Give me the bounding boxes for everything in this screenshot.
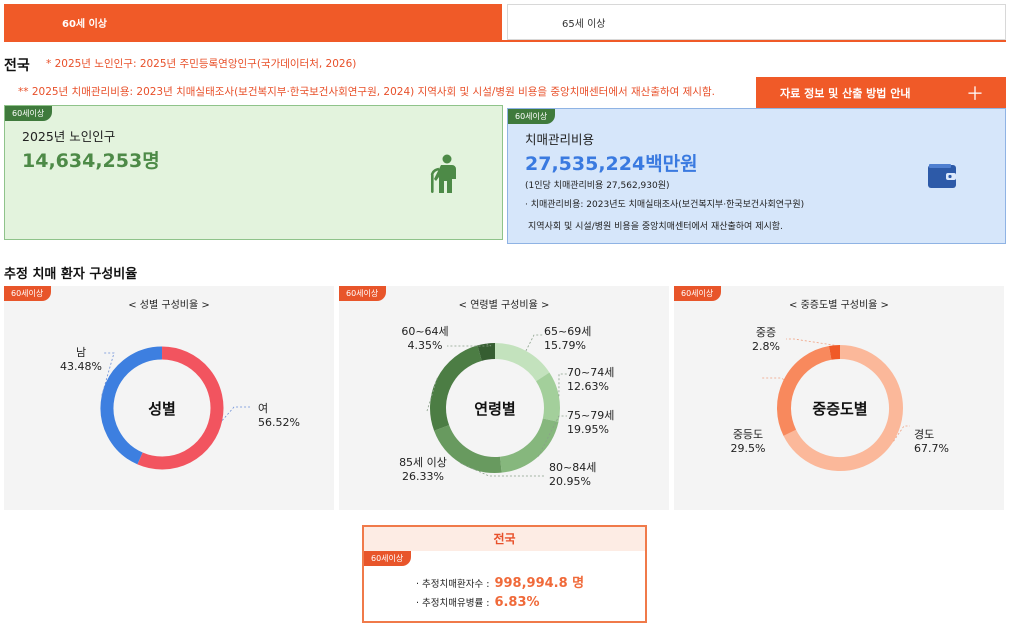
gender_chart-leader-1 — [221, 406, 250, 421]
severity_chart-slice-1[interactable] — [777, 345, 832, 436]
age-chart-panel: 65~69세 15.79% 70~74세 12.63% 75~79세 19.95% 80~8… — [339, 286, 669, 510]
tab-underline — [4, 40, 1006, 42]
age_chart-slice-3[interactable] — [434, 424, 502, 473]
age_chart-label-2: 75~79세 — [567, 409, 614, 422]
gender_chart-label-1: 여 — [258, 402, 268, 415]
elderly-population-value: 14,634,253명 — [22, 150, 160, 172]
age_chart-value-5: 4.35% — [408, 339, 443, 352]
patients-row: · 추정치매환자수 : 998,994.8 명 — [416, 572, 584, 591]
elderly-population-card: 60세이상 2025년 노인인구 14,634,253명 — [4, 105, 503, 240]
severity_chart-leader-2 — [786, 338, 835, 346]
age_chart-value-3: 20.95% — [549, 475, 591, 488]
elderly-population-label: 2025년 노인인구 — [22, 129, 116, 144]
severity_chart-value-0: 67.7% — [914, 442, 949, 455]
summary-card: 전국 60세이상 · 추정치매환자수 : 998,994.8 명 · 추정치매유… — [362, 525, 647, 623]
care-cost-note-2: 지역사회 및 시설/병원 비용을 중앙치매센터에서 재산출하여 제시함. — [528, 222, 783, 232]
age_chart-value-4: 26.33% — [402, 470, 444, 483]
data-info-label: 자료 정보 및 산출 방법 안내 — [780, 87, 911, 100]
severity-chart-panel: 경도 67.7% 중등도 29.5% 중증 2.8% 중증도별 60세이상 < 중증도별 구… — [674, 286, 1004, 510]
severity_chart-center-label: 중증도별 — [812, 400, 867, 418]
age_chart-label-0: 65~69세 — [544, 325, 591, 338]
elderly-person-icon — [430, 154, 456, 193]
patients-value: 998,994.8 명 — [494, 576, 585, 591]
severity-chart-title: < 중증도별 구성비율 > — [789, 300, 889, 311]
gender_chart-value-1: 56.52% — [258, 416, 300, 429]
age_chart-slice-2[interactable] — [499, 418, 559, 473]
severity_chart-label-2: 중증 — [756, 326, 776, 339]
age-badge: 60세이상 — [5, 106, 53, 121]
prevalence-row: · 추정치매유병률 : 6.83% — [416, 595, 540, 610]
care-cost-value: 27,535,224백만원 — [525, 153, 698, 175]
age_chart-label-5: 60~64세 — [401, 325, 448, 338]
wallet-icon — [928, 164, 956, 188]
age-badge: 60세이상 — [364, 551, 412, 566]
severity_chart-slice-2[interactable] — [828, 345, 841, 360]
gender-chart-panel: 남 43.48% 여 56.52% 성별 60세이상 < 성별 구성비율 > — [4, 286, 334, 510]
gender_chart-label-0: 남 — [76, 346, 86, 359]
tab-60-plus[interactable]: 60세 이상 — [4, 4, 502, 40]
severity_chart-leader-1 — [762, 377, 784, 380]
section-title: 추정 치매 환자 구성비율 — [4, 267, 138, 282]
population-source-note: * 2025년 노인인구: 2025년 주민등록연앙인구(국가데이터처, 202… — [46, 58, 357, 70]
tab-65-plus[interactable]: 65세 이상 — [507, 4, 1006, 40]
cost-source-note: ** 2025년 치매관리비용: 2023년 치매실태조사(보건복지부·한국보건… — [18, 86, 715, 98]
age_chart-leader-0 — [525, 334, 544, 352]
age_chart-leader-1 — [558, 373, 567, 397]
age_chart-slice-5[interactable] — [477, 343, 496, 361]
age_chart-center-label: 연령별 — [474, 400, 515, 418]
plus-icon: ＋ — [966, 84, 984, 105]
care-cost-note-1: · 치매관리비용: 2023년도 치매실태조사(보건복지부·한국보건사회연구원) — [525, 200, 805, 210]
data-info-button[interactable]: 자료 정보 및 산출 방법 안내 ＋ — [756, 77, 1006, 109]
age_chart-slice-0[interactable] — [494, 343, 550, 382]
severity-donut-chart: 경도67.7% 중등도29.5% 중증2.8% 중증도별 — [731, 326, 949, 471]
gender_chart-value-0: 43.48% — [60, 360, 102, 373]
severity_chart-label-0: 경도 — [914, 428, 934, 441]
summary-title: 전국 — [364, 527, 645, 551]
severity_chart-value-1: 29.5% — [731, 442, 766, 455]
age_chart-slice-1[interactable] — [535, 372, 560, 422]
gender-donut-chart: 남43.48% 여56.52% 성별 — [60, 346, 300, 470]
per-capita-cost: (1인당 치매관리비용 27,562,930원) — [525, 181, 670, 191]
age-donut-chart: 65~69세15.79% 70~74세12.63% 75~79세19.95% 80~8… — [399, 325, 614, 488]
patients-label: · 추정치매환자수 : — [416, 579, 490, 590]
care-cost-label: 치매관리비용 — [525, 132, 595, 147]
care-cost-card: 60세이상 치매관리비용 27,535,224백만원 (1인당 치매관리비용 2… — [507, 108, 1006, 244]
severity_chart-label-1: 중등도 — [733, 428, 763, 441]
gender-chart-title: < 성별 구성비율 > — [128, 300, 210, 311]
age_chart-value-2: 19.95% — [567, 423, 609, 436]
age_chart-value-0: 15.79% — [544, 339, 586, 352]
age_chart-label-4: 85세 이상 — [399, 456, 447, 469]
gender_chart-center-label: 성별 — [148, 400, 176, 418]
prevalence-label: · 추정치매유병률 : — [416, 598, 490, 609]
age_chart-label-1: 70~74세 — [567, 366, 614, 379]
prevalence-value: 6.83% — [494, 595, 540, 610]
age_chart-label-3: 80~84세 — [549, 461, 596, 474]
severity_chart-value-2: 2.8% — [752, 340, 780, 353]
age-badge: 60세이상 — [508, 109, 556, 124]
age_chart-value-1: 12.63% — [567, 380, 609, 393]
region-title: 전국 — [4, 58, 30, 74]
age-chart-title: < 연령별 구성비율 > — [458, 300, 550, 311]
